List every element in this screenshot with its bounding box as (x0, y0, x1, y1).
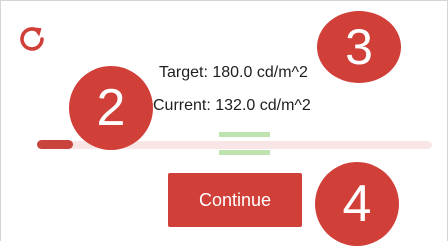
continue-button[interactable]: Continue (168, 173, 302, 227)
target-reading: Target: 180.0 cd/m^2 (159, 64, 308, 81)
luminance-slider-fill (37, 140, 73, 149)
target-zone-bottom-bar (219, 150, 270, 155)
target-zone-top-bar (219, 132, 270, 137)
current-reading: Current: 132.0 cd/m^2 (153, 97, 311, 114)
luminance-calibration-panel: Target: 180.0 cd/m^2 Current: 132.0 cd/m… (0, 0, 448, 246)
step-badge-3: 3 (317, 11, 401, 83)
refresh-icon[interactable] (15, 22, 49, 56)
target-zone-marker (219, 132, 270, 155)
step-badge-4: 4 (315, 162, 399, 246)
step-badge-2: 2 (69, 66, 153, 150)
